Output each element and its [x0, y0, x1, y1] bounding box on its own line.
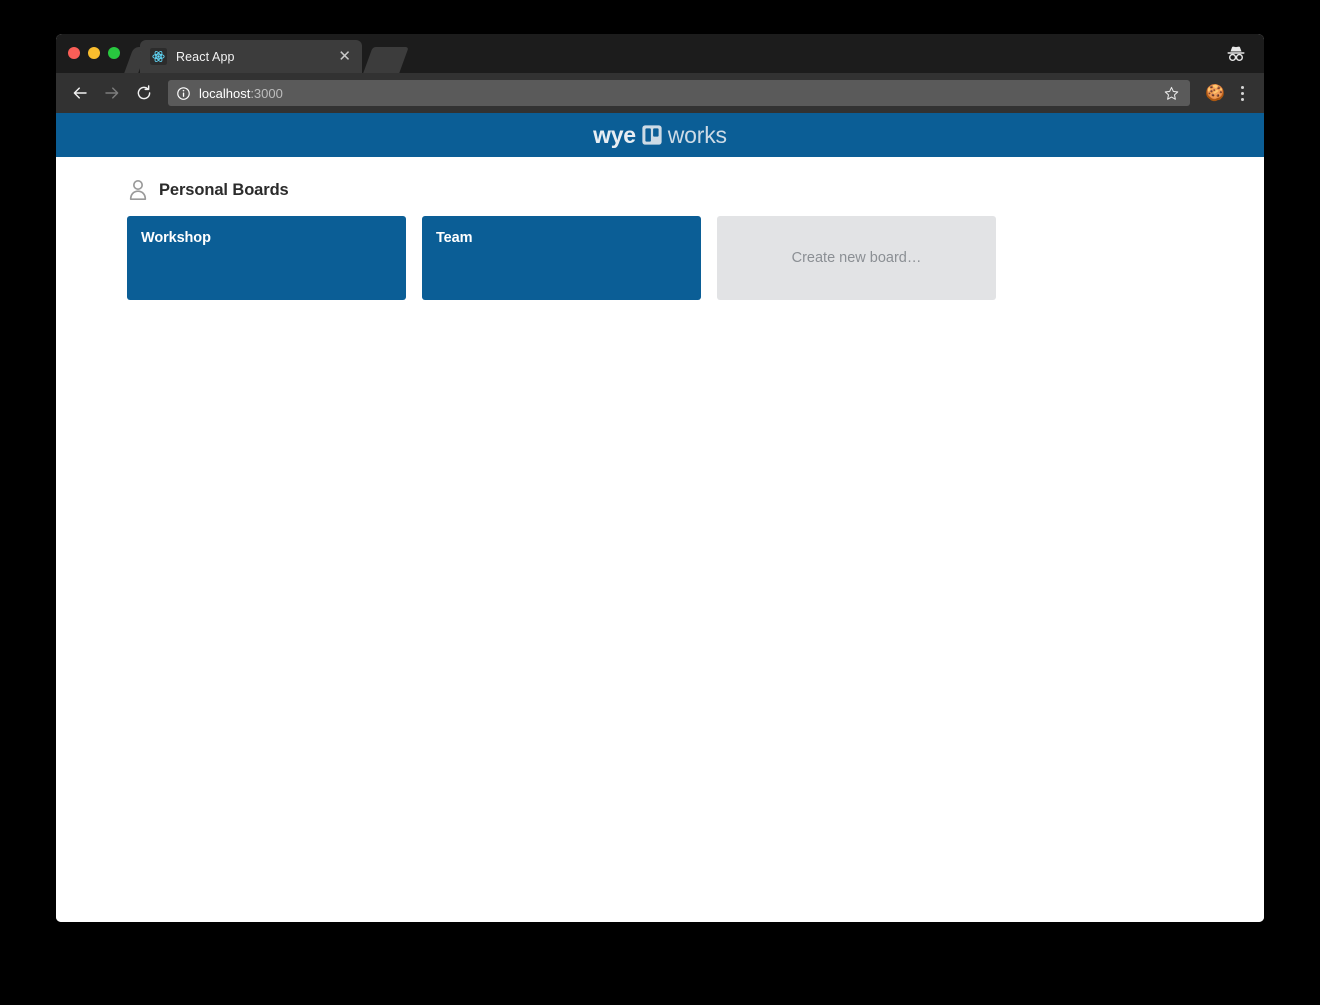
address-bar[interactable]: localhost:3000: [168, 80, 1190, 106]
logo-text-light: works: [667, 121, 727, 148]
back-arrow-icon: [73, 87, 87, 99]
window-minimize-button[interactable]: [88, 47, 100, 59]
browser-tab-strip: React App ✕: [56, 34, 1264, 73]
browser-tab-title: React App: [176, 49, 235, 64]
reload-button[interactable]: [130, 79, 158, 107]
react-atom-icon: [150, 48, 167, 65]
browser-toolbar: localhost:3000 🍪: [56, 73, 1264, 113]
app-header-bar: wye works: [56, 113, 1264, 157]
page-viewport: wye works Personal Boards Workshop Team …: [56, 113, 1264, 922]
browser-window: React App ✕ localhost:3000 🍪 wye works P…: [56, 34, 1264, 922]
cookie-icon: 🍪: [1205, 85, 1225, 102]
browser-tab-react-app[interactable]: React App ✕: [140, 40, 362, 73]
screen: React App ✕ localhost:3000 🍪 wye works P…: [0, 0, 1320, 1005]
back-button[interactable]: [66, 79, 94, 107]
three-dot-menu-icon: [1240, 91, 1244, 95]
board-name: Team: [436, 230, 473, 246]
create-new-board-label: Create new board…: [791, 250, 922, 266]
section-heading: Personal Boards: [56, 179, 1264, 201]
page-title: Personal Boards: [159, 180, 289, 199]
person-icon: [129, 180, 147, 200]
url-host: localhost: [199, 85, 251, 101]
browser-menu-button[interactable]: [1230, 80, 1254, 106]
browser-tab-placeholder[interactable]: [363, 47, 409, 73]
forward-button[interactable]: [98, 79, 126, 107]
personal-boards-section: Personal Boards Workshop Team Create new…: [56, 157, 1264, 300]
extension-button-cookie[interactable]: 🍪: [1202, 80, 1228, 106]
board-name: Workshop: [141, 230, 211, 246]
board-card-workshop[interactable]: Workshop: [127, 216, 406, 300]
app-logo[interactable]: wye works: [593, 122, 727, 149]
forward-arrow-icon: [105, 87, 119, 99]
address-bar-url: localhost:3000: [199, 86, 1160, 101]
info-circle-icon[interactable]: [176, 86, 191, 101]
star-icon: [1164, 86, 1178, 100]
logo-text-bold: wye: [593, 121, 636, 148]
close-icon[interactable]: ✕: [335, 49, 354, 64]
reload-icon: [137, 85, 151, 100]
board-grid: Workshop Team Create new board…: [56, 216, 1264, 300]
incognito-icon: [1227, 46, 1245, 62]
window-close-button[interactable]: [68, 47, 80, 59]
url-port: :3000: [250, 85, 283, 101]
window-zoom-button[interactable]: [108, 47, 120, 59]
three-dot-menu-icon: [1240, 97, 1244, 101]
create-new-board-button[interactable]: Create new board…: [717, 216, 996, 300]
three-dot-menu-icon: [1240, 85, 1244, 89]
board-card-team[interactable]: Team: [422, 216, 701, 300]
window-traffic-lights: [68, 47, 120, 59]
bookmark-button[interactable]: [1160, 82, 1182, 104]
board-columns-icon: [642, 125, 662, 145]
